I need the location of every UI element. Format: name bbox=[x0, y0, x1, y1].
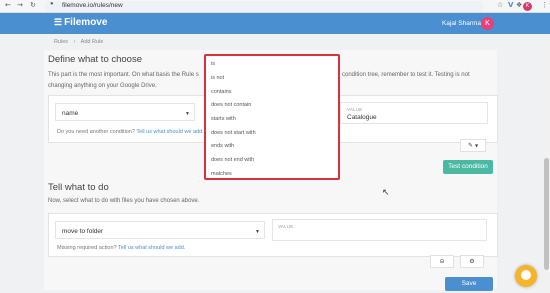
puzzle-icon[interactable]: ❖ bbox=[516, 1, 522, 9]
operator-option[interactable]: is not bbox=[211, 75, 224, 81]
action-help-text: Missing required action? bbox=[57, 245, 119, 251]
vpn-extension-icon[interactable]: V bbox=[508, 1, 513, 9]
section-description-line2: changing anything on your Google Drive. bbox=[48, 83, 157, 89]
operator-option[interactable]: contains bbox=[211, 89, 232, 95]
forward-icon[interactable]: → bbox=[17, 1, 23, 9]
operator-option[interactable]: ends with bbox=[211, 143, 234, 149]
breadcrumb-separator-icon: › bbox=[73, 39, 76, 45]
action-value: move to folder bbox=[62, 228, 104, 235]
condition-help: Do you need another condition? Tell us w… bbox=[57, 129, 204, 135]
chat-widget-button[interactable] bbox=[515, 265, 537, 287]
url-text[interactable]: filemove.io/rules/new bbox=[62, 2, 123, 9]
avatar[interactable]: K bbox=[481, 17, 494, 30]
chat-icon bbox=[521, 270, 531, 280]
user-name[interactable]: Kajal Sharma bbox=[442, 20, 481, 27]
condition-options-button[interactable]: ✎ ▼ bbox=[460, 139, 486, 152]
profile-avatar[interactable]: K bbox=[523, 2, 532, 11]
operator-option[interactable]: does not end with bbox=[211, 157, 254, 163]
browser-toolbar: ← → ↻ ● filemove.io/rules/new ☆ V ❖ K ⋮ bbox=[0, 0, 550, 13]
breadcrumb-rules[interactable]: Rules bbox=[54, 39, 68, 45]
value-text[interactable]: Catalogue bbox=[347, 114, 377, 121]
section-title-do: Tell what to do bbox=[48, 182, 109, 193]
condition-help-text: Do you need another condition? bbox=[57, 129, 137, 135]
caret-down-icon: ▼ bbox=[255, 229, 260, 235]
app-header: ☰ Filemove Kajal Sharma K bbox=[0, 13, 550, 34]
section-description-tail: condition tree, remember to test it. Tes… bbox=[342, 72, 470, 78]
menu-dots-icon[interactable]: ⋮ bbox=[541, 1, 548, 9]
action-value-label: VALUE bbox=[278, 224, 294, 229]
operator-option[interactable]: matches bbox=[211, 171, 232, 177]
logo[interactable]: ☰ Filemove bbox=[54, 17, 107, 28]
section2-description: Now, select what to do with files you ha… bbox=[48, 198, 200, 204]
operator-option[interactable]: does not contain bbox=[211, 102, 251, 108]
value-label: VALUE bbox=[347, 107, 363, 112]
breadcrumb: Rules › Add Rule bbox=[54, 39, 107, 45]
star-icon[interactable]: ☆ bbox=[497, 1, 503, 9]
operator-dropdown-menu: is is not contains does not contain star… bbox=[204, 54, 340, 180]
chevron-down-icon: ▼ bbox=[474, 143, 479, 148]
action-value-input[interactable] bbox=[272, 219, 487, 241]
gear-icon: ⚙ bbox=[469, 258, 475, 265]
save-button[interactable]: Save bbox=[445, 277, 493, 291]
condition-field-value: name bbox=[62, 110, 79, 117]
mouse-cursor-icon: ↖ bbox=[382, 188, 390, 198]
description-part1: This part is the most important. On what… bbox=[48, 72, 199, 78]
logo-text: Filemove bbox=[64, 17, 108, 28]
wrench-icon: ✎ bbox=[467, 142, 474, 149]
section-title-define: Define what to choose bbox=[48, 54, 143, 65]
test-condition-button[interactable]: Test condition bbox=[443, 160, 493, 174]
operator-option[interactable]: does not start with bbox=[211, 130, 256, 136]
reload-icon[interactable]: ↻ bbox=[30, 1, 36, 9]
action-help-link[interactable]: Tell us what should we add. bbox=[118, 245, 185, 251]
caret-down-icon: ▼ bbox=[185, 111, 190, 117]
scrollbar-thumb[interactable] bbox=[544, 158, 549, 270]
section-description: This part is the most important. On what… bbox=[48, 72, 199, 78]
operator-option[interactable]: starts with bbox=[211, 116, 236, 122]
operator-option[interactable]: is bbox=[211, 61, 215, 67]
minus-circle-icon: ⊝ bbox=[439, 258, 445, 265]
lock-icon: ● bbox=[50, 1, 54, 7]
breadcrumb-add-rule: Add Rule bbox=[80, 39, 104, 45]
logo-icon: ☰ bbox=[54, 17, 63, 27]
back-icon[interactable]: ← bbox=[5, 1, 11, 9]
remove-action-button[interactable]: ⊝ bbox=[430, 255, 454, 268]
settings-action-button[interactable]: ⚙ bbox=[460, 255, 484, 268]
action-help: Missing required action? Tell us what sh… bbox=[57, 245, 185, 251]
condition-help-link[interactable]: Tell us what should we add. bbox=[136, 129, 203, 135]
